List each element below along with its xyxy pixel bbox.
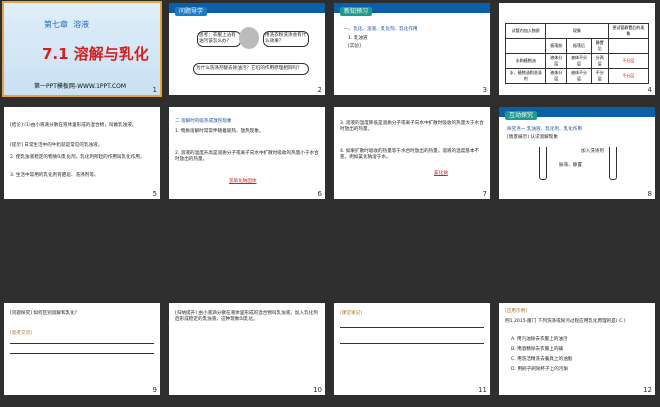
- section-heading: 探究点一 乳浊液、乳化剂、乳化作用: [507, 127, 582, 132]
- speech-bubble-left: 思考：衣服上沾有油污该怎么办？: [197, 31, 241, 48]
- answer-line: [340, 327, 484, 328]
- slide-tag: 问题导学: [175, 7, 208, 16]
- slide-thumbnail-4[interactable]: 试管内加入物质 现象 把试管静置后的现象 振荡前 振荡后 静置后 水和植物油 液…: [499, 3, 655, 95]
- answer-line: [10, 353, 154, 354]
- slide-thumbnail-5[interactable]: [结论] (1)由小液滴分散在液体里形成的混合物，叫做乳浊液。 [提示] 日常生…: [4, 107, 160, 199]
- table-cell: 水和植物油: [504, 53, 547, 69]
- table-cell: 不分层: [590, 68, 609, 84]
- answer-blank: 氢氧化钠固体: [229, 179, 257, 184]
- slide-number: 11: [478, 386, 487, 394]
- experiment-table: 试管内加入物质 现象 把试管静置后的现象 振荡前 振荡后 静置后 水和植物油 液…: [504, 23, 650, 84]
- slide-text: 1. 物质溶解时常常伴随着吸热、放热现象。: [175, 129, 264, 134]
- slide-thumbnail-11[interactable]: [课堂速记] 11: [334, 303, 490, 395]
- table-row: 水、植物油和洗涤剂 液体分层 液体不分层 不分层 不分层: [504, 68, 650, 84]
- table-subheader: 静置后: [590, 38, 609, 54]
- question-text: [问题探究] 如何区别溶解和乳化？: [10, 311, 80, 316]
- slide-number: 3: [482, 86, 487, 94]
- table-cell: 液体不分层: [566, 68, 592, 84]
- table-subheader: 振荡后: [566, 38, 592, 54]
- slide-number: 1: [152, 86, 157, 94]
- speech-bubble-right: 用洗衣粉洗涤会有什么效果？: [263, 31, 309, 48]
- slide-thumbnail-6[interactable]: 二 溶解时的吸热或放热现象 1. 物质溶解时常常伴随着吸热、放热现象。 2. 溶…: [169, 107, 325, 199]
- table-cell: 分两层: [590, 53, 609, 69]
- answer-option: B. 用酒精除去衣服上的碘: [511, 347, 564, 352]
- slide-text: 2. 使乳浊液稳定的物质叫乳化剂，乳化剂所起的作用叫乳化作用。: [10, 155, 145, 160]
- person-illustration-icon: [239, 27, 259, 49]
- slide-footer: 第一PPT模板网-WWW.1PPT.COM: [34, 83, 127, 90]
- slide-number: 4: [647, 86, 652, 94]
- slide-text: 3. 溶液的温度降低是溶质分子或离子向水中扩散时吸收的热量大于水合时放出的热量。: [340, 121, 484, 133]
- slide-thumbnail-1[interactable]: 第七章 溶液 7.1 溶解与乳化 第一PPT模板网-WWW.1PPT.COM 1: [2, 1, 162, 97]
- table-row: 水和植物油 液体分层 液体不分层 分两层 不分层: [504, 53, 650, 69]
- diagram-label: 加入洗涤剂: [581, 149, 604, 154]
- question-text: 例1 2015·厦门 下列洗涤或除污过程应用乳化原理的是( C ): [505, 319, 626, 324]
- list-item: 1. 乳浊液: [348, 36, 368, 41]
- slide-number: 10: [313, 386, 322, 394]
- test-tube-icon: [539, 147, 547, 180]
- answer-line: [10, 343, 154, 344]
- section-heading: [课堂速记]: [340, 311, 362, 316]
- section-heading: 一、乳化、溶液、乳化剂、乳化作用: [344, 27, 418, 32]
- section-heading: [思考交流]: [10, 331, 32, 336]
- slide-text: [结论] (1)由小液滴分散在液体里形成的混合物，叫做乳浊液。: [10, 123, 137, 128]
- slide-tag: 新知预习: [340, 7, 373, 16]
- answer-option: A. 用汽油除去衣服上的油污: [511, 337, 568, 342]
- table-header: 把试管静置后的现象: [607, 23, 650, 39]
- table-cell: 液体分层: [545, 53, 568, 69]
- table-header: 试管内加入物质: [504, 23, 547, 39]
- slide-number: 7: [482, 190, 487, 198]
- slide-text: 2. 溶液的温度升高是溶质分子或离子向水中扩散时吸收的热量小于水合时放出的热量。: [175, 151, 319, 163]
- test-tube-icon: [609, 147, 617, 180]
- table-cell: 液体不分层: [566, 53, 592, 69]
- slide-thumbnail-9[interactable]: [问题探究] 如何区别溶解和乳化？ [思考交流] 9: [4, 303, 160, 395]
- slide-text: 3. 生活中常用的乳化剂有肥皂、洗涤剂等。: [10, 173, 99, 178]
- slide-text: [提示] 日常生活中的牛奶就是常见的乳浊液。: [10, 143, 103, 148]
- slide-subheading: [情景展示] 认识溶解现象: [507, 135, 558, 140]
- slide-thumbnail-8[interactable]: 互动探究 探究点一 乳浊液、乳化剂、乳化作用 [情景展示] 认识溶解现象 加入洗…: [499, 107, 655, 199]
- slide-title: 7.1 溶解与乳化: [42, 45, 149, 63]
- list-item: [实验]: [348, 44, 361, 49]
- slide-tag: 互动探究: [505, 111, 538, 120]
- slide-text: [归纳提升] 由小液滴分散在液体里形成的混合物叫乳浊液，加入乳化剂后形成稳定的乳…: [175, 311, 318, 323]
- question-bubble: 为什么洗涤剂能去除油污？它们的作用原理相同吗？: [193, 63, 309, 76]
- slide-text: 4. 如果扩散时吸收的热量等于水合时放出的热量，溶液的温度基本不变。例如氯化钠溶…: [340, 149, 480, 161]
- section-heading: [应用示例]: [505, 309, 527, 314]
- section-heading: 二 溶解时的吸热或放热现象: [175, 119, 232, 124]
- slide-thumbnail-10[interactable]: [归纳提升] 由小液滴分散在液体里形成的混合物叫乳浊液，加入乳化剂后形成稳定的乳…: [169, 303, 325, 395]
- slide-number: 8: [647, 190, 652, 198]
- table-header: 现象: [545, 23, 609, 39]
- slide-thumbnail-3[interactable]: 新知预习 一、乳化、溶液、乳化剂、乳化作用 1. 乳浊液 [实验] 3: [334, 3, 490, 95]
- answer-line: [340, 343, 484, 344]
- slide-number: 12: [643, 386, 652, 394]
- slide-thumbnail-7[interactable]: 3. 溶液的温度降低是溶质分子或离子向水中扩散时吸收的热量大于水合时放出的热量。…: [334, 107, 490, 199]
- slide-number: 9: [152, 386, 157, 394]
- diagram-label: 振荡、静置: [559, 163, 582, 168]
- slide-number: 5: [152, 190, 157, 198]
- answer-option: D. 用刷子刷除杯子上的污垢: [511, 367, 568, 372]
- slide-thumbnail-2[interactable]: 问题导学 思考：衣服上沾有油污该怎么办？ 用洗衣粉洗涤会有什么效果？ 为什么洗涤…: [169, 3, 325, 95]
- answer-blank: 氯化钠: [434, 171, 448, 176]
- slide-number: 2: [317, 86, 322, 94]
- chapter-label: 第七章 溶液: [44, 20, 90, 29]
- slide-number: 6: [317, 190, 322, 198]
- table-cell: 液体分层: [545, 68, 568, 84]
- table-cell: 不分层: [607, 53, 650, 69]
- slide-thumbnail-12[interactable]: [应用示例] 例1 2015·厦门 下列洗涤或除污过程应用乳化原理的是( C )…: [499, 303, 655, 395]
- table-cell: 不分层: [607, 68, 650, 84]
- table-cell: 水、植物油和洗涤剂: [504, 68, 547, 84]
- answer-option: C. 用洗洁精洗去餐具上的油脂: [511, 357, 573, 362]
- table-subheader: 振荡前: [545, 38, 568, 54]
